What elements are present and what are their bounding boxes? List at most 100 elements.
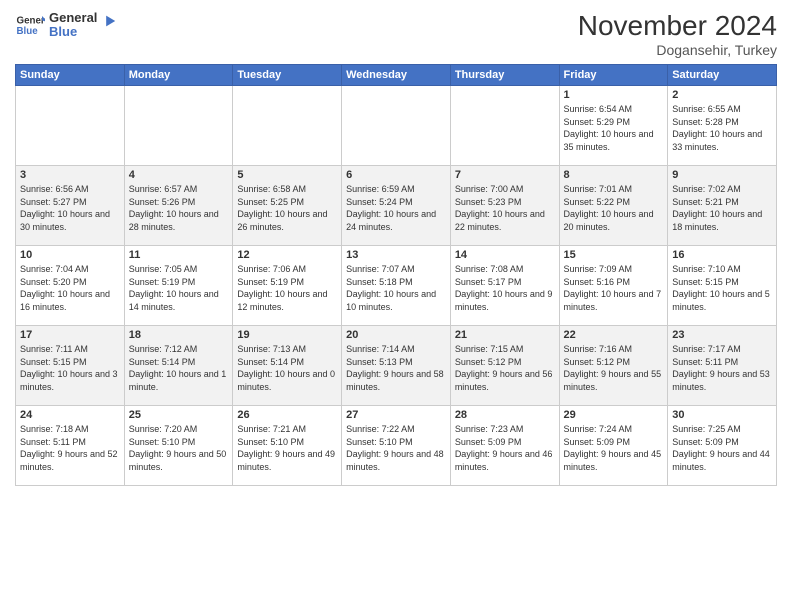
day-info: Sunrise: 7:11 AMSunset: 5:15 PMDaylight:…	[20, 343, 120, 393]
day-number: 20	[346, 329, 446, 341]
calendar-cell: 17Sunrise: 7:11 AMSunset: 5:15 PMDayligh…	[16, 326, 125, 406]
day-info: Sunrise: 7:10 AMSunset: 5:15 PMDaylight:…	[672, 263, 772, 313]
calendar-cell: 12 Sunrise: 7:06 AMSunset: 5:19 PMDayligh…	[233, 246, 342, 326]
logo: General Blue General Blue	[15, 10, 117, 40]
page: General Blue General Blue November 2024 …	[0, 0, 792, 612]
day-info: Sunrise: 7:01 AMSunset: 5:22 PMDaylight:…	[564, 183, 664, 233]
day-number: 24	[20, 409, 120, 421]
day-info: Sunrise: 7:20 AMSunset: 5:10 PMDaylight:…	[129, 423, 229, 473]
day-info: Sunrise: 6:56 AMSunset: 5:27 PMDaylight:…	[20, 183, 120, 233]
calendar-week-row: 17Sunrise: 7:11 AMSunset: 5:15 PMDayligh…	[16, 326, 777, 406]
calendar-cell: 8Sunrise: 7:01 AMSunset: 5:22 PMDaylight…	[559, 166, 668, 246]
day-number: 11	[129, 249, 229, 261]
day-info: Sunrise: 7:14 AMSunset: 5:13 PMDaylight:…	[346, 343, 446, 393]
day-number: 25	[129, 409, 229, 421]
calendar-cell: 29Sunrise: 7:24 AMSunset: 5:09 PMDayligh…	[559, 406, 668, 486]
calendar-cell: 3 Sunrise: 6:56 AMSunset: 5:27 PMDaylight…	[16, 166, 125, 246]
day-number: 23	[672, 329, 772, 341]
day-number: 15	[564, 249, 664, 261]
day-info: Sunrise: 7:23 AMSunset: 5:09 PMDaylight:…	[455, 423, 555, 473]
calendar-cell: 23 Sunrise: 7:17 AMSunset: 5:11 PMDayligh…	[668, 326, 777, 406]
day-info: Sunrise: 7:13 AMSunset: 5:14 PMDaylight:…	[237, 343, 337, 393]
day-info: Sunrise: 7:22 AMSunset: 5:10 PMDaylight:…	[346, 423, 446, 473]
day-number: 1	[564, 89, 664, 101]
day-info: Sunrise: 7:05 AMSunset: 5:19 PMDaylight:…	[129, 263, 229, 313]
header: General Blue General Blue November 2024 …	[15, 10, 777, 58]
svg-text:General: General	[17, 16, 46, 27]
calendar-cell: 22 Sunrise: 7:16 AMSunset: 5:12 PMDayligh…	[559, 326, 668, 406]
calendar-cell: 15 Sunrise: 7:09 AMSunset: 5:16 PMDayligh…	[559, 246, 668, 326]
calendar-cell: 7 Sunrise: 7:00 AMSunset: 5:23 PMDaylight…	[450, 166, 559, 246]
calendar-cell	[16, 86, 125, 166]
day-header-tuesday: Tuesday	[233, 65, 342, 86]
calendar-cell: 30 Sunrise: 7:25 AMSunset: 5:09 PMDayligh…	[668, 406, 777, 486]
calendar-header-row: SundayMondayTuesdayWednesdayThursdayFrid…	[16, 65, 777, 86]
day-info: Sunrise: 7:08 AMSunset: 5:17 PMDaylight:…	[455, 263, 555, 313]
calendar-cell: 27Sunrise: 7:22 AMSunset: 5:10 PMDayligh…	[342, 406, 451, 486]
calendar-cell: 26 Sunrise: 7:21 AMSunset: 5:10 PMDayligh…	[233, 406, 342, 486]
calendar-cell: 2Sunrise: 6:55 AMSunset: 5:28 PMDaylight…	[668, 86, 777, 166]
calendar-cell	[342, 86, 451, 166]
day-header-wednesday: Wednesday	[342, 65, 451, 86]
calendar-cell: 20 Sunrise: 7:14 AMSunset: 5:13 PMDayligh…	[342, 326, 451, 406]
calendar-cell: 4Sunrise: 6:57 AMSunset: 5:26 PMDaylight…	[124, 166, 233, 246]
day-header-sunday: Sunday	[16, 65, 125, 86]
month-title: November 2024	[578, 10, 777, 42]
calendar-cell: 1 Sunrise: 6:54 AMSunset: 5:29 PMDaylight…	[559, 86, 668, 166]
day-header-monday: Monday	[124, 65, 233, 86]
day-number: 30	[672, 409, 772, 421]
logo-icon: General Blue	[15, 10, 45, 40]
day-number: 22	[564, 329, 664, 341]
day-info: Sunrise: 6:55 AMSunset: 5:28 PMDaylight:…	[672, 103, 772, 153]
day-info: Sunrise: 7:25 AMSunset: 5:09 PMDaylight:…	[672, 423, 772, 473]
svg-text:Blue: Blue	[17, 26, 39, 37]
location: Dogansehir, Turkey	[578, 42, 777, 58]
calendar-cell: 28 Sunrise: 7:23 AMSunset: 5:09 PMDayligh…	[450, 406, 559, 486]
day-info: Sunrise: 7:16 AMSunset: 5:12 PMDaylight:…	[564, 343, 664, 393]
calendar-cell: 6Sunrise: 6:59 AMSunset: 5:24 PMDaylight…	[342, 166, 451, 246]
day-header-saturday: Saturday	[668, 65, 777, 86]
day-info: Sunrise: 7:06 AMSunset: 5:19 PMDaylight:…	[237, 263, 337, 313]
day-number: 5	[237, 169, 337, 181]
calendar-cell: 10 Sunrise: 7:04 AMSunset: 5:20 PMDayligh…	[16, 246, 125, 326]
title-section: November 2024 Dogansehir, Turkey	[578, 10, 777, 58]
calendar-cell	[124, 86, 233, 166]
day-number: 13	[346, 249, 446, 261]
day-info: Sunrise: 7:02 AMSunset: 5:21 PMDaylight:…	[672, 183, 772, 233]
day-info: Sunrise: 7:18 AMSunset: 5:11 PMDaylight:…	[20, 423, 120, 473]
day-number: 19	[237, 329, 337, 341]
day-info: Sunrise: 7:17 AMSunset: 5:11 PMDaylight:…	[672, 343, 772, 393]
day-header-thursday: Thursday	[450, 65, 559, 86]
day-number: 7	[455, 169, 555, 181]
calendar-cell	[450, 86, 559, 166]
calendar-cell: 24 Sunrise: 7:18 AMSunset: 5:11 PMDayligh…	[16, 406, 125, 486]
day-info: Sunrise: 6:59 AMSunset: 5:24 PMDaylight:…	[346, 183, 446, 233]
day-info: Sunrise: 7:04 AMSunset: 5:20 PMDaylight:…	[20, 263, 120, 313]
day-number: 10	[20, 249, 120, 261]
day-info: Sunrise: 7:07 AMSunset: 5:18 PMDaylight:…	[346, 263, 446, 313]
day-info: Sunrise: 6:54 AMSunset: 5:29 PMDaylight:…	[564, 103, 664, 153]
calendar-week-row: 3 Sunrise: 6:56 AMSunset: 5:27 PMDaylight…	[16, 166, 777, 246]
day-number: 26	[237, 409, 337, 421]
calendar-week-row: 24 Sunrise: 7:18 AMSunset: 5:11 PMDayligh…	[16, 406, 777, 486]
calendar-week-row: 1 Sunrise: 6:54 AMSunset: 5:29 PMDaylight…	[16, 86, 777, 166]
day-number: 3	[20, 169, 120, 181]
day-info: Sunrise: 7:12 AMSunset: 5:14 PMDaylight:…	[129, 343, 229, 393]
day-number: 28	[455, 409, 555, 421]
calendar-cell: 16 Sunrise: 7:10 AMSunset: 5:15 PMDayligh…	[668, 246, 777, 326]
calendar-cell: 9Sunrise: 7:02 AMSunset: 5:21 PMDaylight…	[668, 166, 777, 246]
calendar-cell	[233, 86, 342, 166]
calendar-cell: 5Sunrise: 6:58 AMSunset: 5:25 PMDaylight…	[233, 166, 342, 246]
day-number: 14	[455, 249, 555, 261]
calendar-table: SundayMondayTuesdayWednesdayThursdayFrid…	[15, 64, 777, 486]
day-number: 16	[672, 249, 772, 261]
day-info: Sunrise: 7:21 AMSunset: 5:10 PMDaylight:…	[237, 423, 337, 473]
calendar-cell: 19 Sunrise: 7:13 AMSunset: 5:14 PMDayligh…	[233, 326, 342, 406]
day-info: Sunrise: 7:15 AMSunset: 5:12 PMDaylight:…	[455, 343, 555, 393]
day-number: 12	[237, 249, 337, 261]
day-info: Sunrise: 7:00 AMSunset: 5:23 PMDaylight:…	[455, 183, 555, 233]
calendar-cell: 13 Sunrise: 7:07 AMSunset: 5:18 PMDayligh…	[342, 246, 451, 326]
day-number: 4	[129, 169, 229, 181]
day-info: Sunrise: 7:09 AMSunset: 5:16 PMDaylight:…	[564, 263, 664, 313]
calendar-cell: 25 Sunrise: 7:20 AMSunset: 5:10 PMDayligh…	[124, 406, 233, 486]
